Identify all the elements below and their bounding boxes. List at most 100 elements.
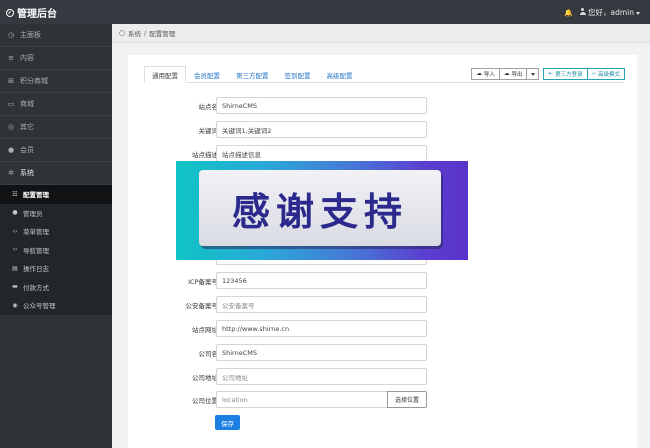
import-button[interactable]: ☁ 导入 bbox=[471, 68, 500, 80]
icp-field[interactable]: 123456 bbox=[216, 272, 427, 289]
site-url-label: 站点网址 bbox=[192, 326, 218, 334]
sidebar-item-members[interactable]: ● 会员 bbox=[0, 139, 112, 162]
sidebar-item-label: 导航管理 bbox=[23, 246, 49, 255]
breadcrumb-root[interactable]: 系统 bbox=[128, 28, 141, 38]
sign-in-icon: ⇤ bbox=[548, 71, 554, 77]
user-area: 🔔 您好，admin bbox=[564, 7, 640, 18]
form-row-police: 公安备案号 公安备案号 bbox=[128, 296, 637, 314]
tab-advanced[interactable]: 高级配置 bbox=[319, 66, 361, 83]
cog-icon: ✲ bbox=[8, 169, 14, 177]
mode-group: ⇤ 第三方登录 ‹› 高级模式 bbox=[543, 68, 625, 80]
card-icon: ▬ bbox=[12, 283, 18, 291]
shop-icon: ▭ bbox=[7, 100, 15, 108]
tab-list: 通用配置 会员配置 第三方配置 签到配置 高级配置 bbox=[144, 66, 361, 83]
sidebar-subitem-admins[interactable]: ● 管理员 bbox=[0, 204, 112, 223]
sidebar: ◷ 主面板 ≡ 内容 ⊞ 积分商城 ▭ 商城 ◎ 其它 ● 会员 ✲ 系统 ☷ 配置管理 ● 管理… bbox=[0, 24, 112, 448]
cloud-download-icon: ☁ bbox=[503, 71, 510, 77]
sidebar-item-label: 管理员 bbox=[23, 209, 43, 218]
save-button[interactable]: 保存 bbox=[215, 415, 240, 430]
sidebar-item-label: 公众号管理 bbox=[23, 302, 56, 311]
keywords-field[interactable]: 关键词1,关键词2 bbox=[216, 121, 427, 138]
icp-label: ICP备案号 bbox=[188, 278, 218, 286]
tab-third-party[interactable]: 第三方配置 bbox=[228, 66, 277, 83]
code-icon: ‹› bbox=[591, 71, 596, 77]
sidebar-item-label: 配置管理 bbox=[23, 191, 49, 200]
tab-member[interactable]: 会员配置 bbox=[186, 66, 228, 83]
export-label: 导出 bbox=[511, 72, 523, 78]
top-navbar: 管理后台 🔔 您好，admin bbox=[0, 0, 650, 24]
breadcrumb: 系统 / 配置管理 bbox=[112, 24, 650, 43]
sidebar-item-content[interactable]: ≡ 内容 bbox=[0, 47, 112, 70]
import-label: 导入 bbox=[483, 72, 495, 78]
code-icon: ‹› bbox=[12, 227, 18, 235]
site-url-field[interactable]: http://www.shirne.cn bbox=[216, 320, 427, 337]
advanced-label: 高级模式 bbox=[597, 72, 620, 78]
export-button[interactable]: ☁ 导出 bbox=[499, 68, 528, 80]
sidebar-subitem-menus[interactable]: ‹› 菜单管理 bbox=[0, 222, 112, 241]
company-location-field[interactable]: location bbox=[216, 391, 389, 408]
cloud-upload-icon: ☁ bbox=[476, 71, 482, 77]
bell-icon[interactable]: 🔔 bbox=[564, 9, 573, 17]
third-party-login-button[interactable]: ⇤ 第三方登录 bbox=[543, 68, 588, 80]
user-icon: ● bbox=[7, 146, 15, 154]
user-menu[interactable]: 您好，admin bbox=[579, 7, 640, 18]
brand[interactable]: 管理后台 bbox=[6, 5, 57, 20]
sidebar-item-shop[interactable]: ▭ 商城 bbox=[0, 93, 112, 116]
circle-icon: ◎ bbox=[7, 123, 15, 131]
sidebar-submenu: ☷ 配置管理 ● 管理员 ‹› 菜单管理 ‹› 导航管理 ▤ 操作日志 ▬ 付款方式 ◉ 公众… bbox=[0, 185, 112, 315]
company-name-field[interactable]: ShirneCMS bbox=[216, 344, 427, 361]
sidebar-subitem-navigation[interactable]: ‹› 导航管理 bbox=[0, 241, 112, 260]
sidebar-subitem-wechat[interactable]: ◉ 公众号管理 bbox=[0, 296, 112, 315]
third-login-label: 第三方登录 bbox=[555, 72, 583, 78]
file-icon: ▤ bbox=[12, 264, 18, 272]
tab-checkin[interactable]: 签到配置 bbox=[277, 66, 319, 83]
form-row-url: 站点网址 http://www.shirne.cn bbox=[128, 320, 637, 338]
user-greeting: 您好，admin bbox=[588, 8, 634, 17]
sidebar-item-label: 会员 bbox=[20, 146, 34, 154]
form-row-location: 公司位置 location 选择位置 bbox=[128, 391, 637, 409]
select-location-button[interactable]: 选择位置 bbox=[387, 391, 427, 408]
form-row-address: 公司地址 公司地址 bbox=[128, 368, 637, 386]
form-row-keywords: 关键词 关键词1,关键词2 bbox=[128, 121, 637, 139]
sidebar-item-label: 主面板 bbox=[20, 31, 41, 39]
sidebar-item-label: 付款方式 bbox=[23, 283, 49, 292]
company-address-field[interactable]: 公司地址 bbox=[216, 368, 427, 385]
cog-icon bbox=[119, 30, 125, 36]
dashboard-icon bbox=[6, 8, 14, 17]
sidebar-item-dashboard[interactable]: ◷ 主面板 bbox=[0, 24, 112, 47]
sidebar-subitem-config[interactable]: ☷ 配置管理 bbox=[0, 185, 112, 204]
advanced-mode-button[interactable]: ‹› 高级模式 bbox=[587, 68, 625, 80]
sidebar-item-label: 系统 bbox=[20, 169, 34, 177]
sidebar-subitem-payment[interactable]: ▬ 付款方式 bbox=[0, 278, 112, 297]
sidebar-item-points-mall[interactable]: ⊞ 积分商城 bbox=[0, 70, 112, 93]
police-record-field[interactable]: 公安备案号 bbox=[216, 296, 427, 313]
sidebar-item-label: 操作日志 bbox=[23, 265, 49, 274]
sidebar-item-label: 其它 bbox=[20, 123, 34, 131]
import-export-group: ☁ 导入 ☁ 导出 bbox=[471, 68, 540, 80]
police-record-label: 公安备案号 bbox=[185, 302, 219, 310]
cart-icon: ⊞ bbox=[8, 77, 14, 85]
sidebar-item-label: 内容 bbox=[20, 54, 34, 62]
breadcrumb-current: 配置管理 bbox=[149, 30, 176, 38]
breadcrumb-separator: / bbox=[144, 29, 147, 37]
sidebar-subitem-logs[interactable]: ▤ 操作日志 bbox=[0, 259, 112, 278]
description-label: 站点描述 bbox=[192, 151, 218, 159]
description-field[interactable]: 站点描述信息 bbox=[216, 145, 427, 162]
company-location-label: 公司位置 bbox=[192, 397, 218, 405]
user-icon: ● bbox=[12, 209, 18, 217]
form-row-company: 公司名 ShirneCMS bbox=[128, 344, 637, 362]
form-row-site-name: 站点名 ShirneCMS bbox=[128, 97, 637, 115]
thanks-banner-text: 感谢支持 bbox=[199, 170, 441, 246]
gauge-icon: ◷ bbox=[7, 31, 15, 39]
sidebar-item-label: 商城 bbox=[20, 100, 34, 108]
sidebar-item-label: 积分商城 bbox=[20, 77, 48, 85]
sidebar-item-label: 菜单管理 bbox=[23, 228, 49, 237]
app-title: 管理后台 bbox=[17, 9, 57, 20]
export-dropdown-toggle[interactable] bbox=[527, 68, 540, 80]
sidebar-item-system[interactable]: ✲ 系统 bbox=[0, 162, 112, 185]
sidebar-item-other[interactable]: ◎ 其它 bbox=[0, 116, 112, 139]
tab-general[interactable]: 通用配置 bbox=[144, 66, 186, 83]
site-name-field[interactable]: ShirneCMS bbox=[216, 97, 427, 114]
user-icon bbox=[579, 8, 586, 15]
chevron-down-icon bbox=[636, 11, 640, 15]
